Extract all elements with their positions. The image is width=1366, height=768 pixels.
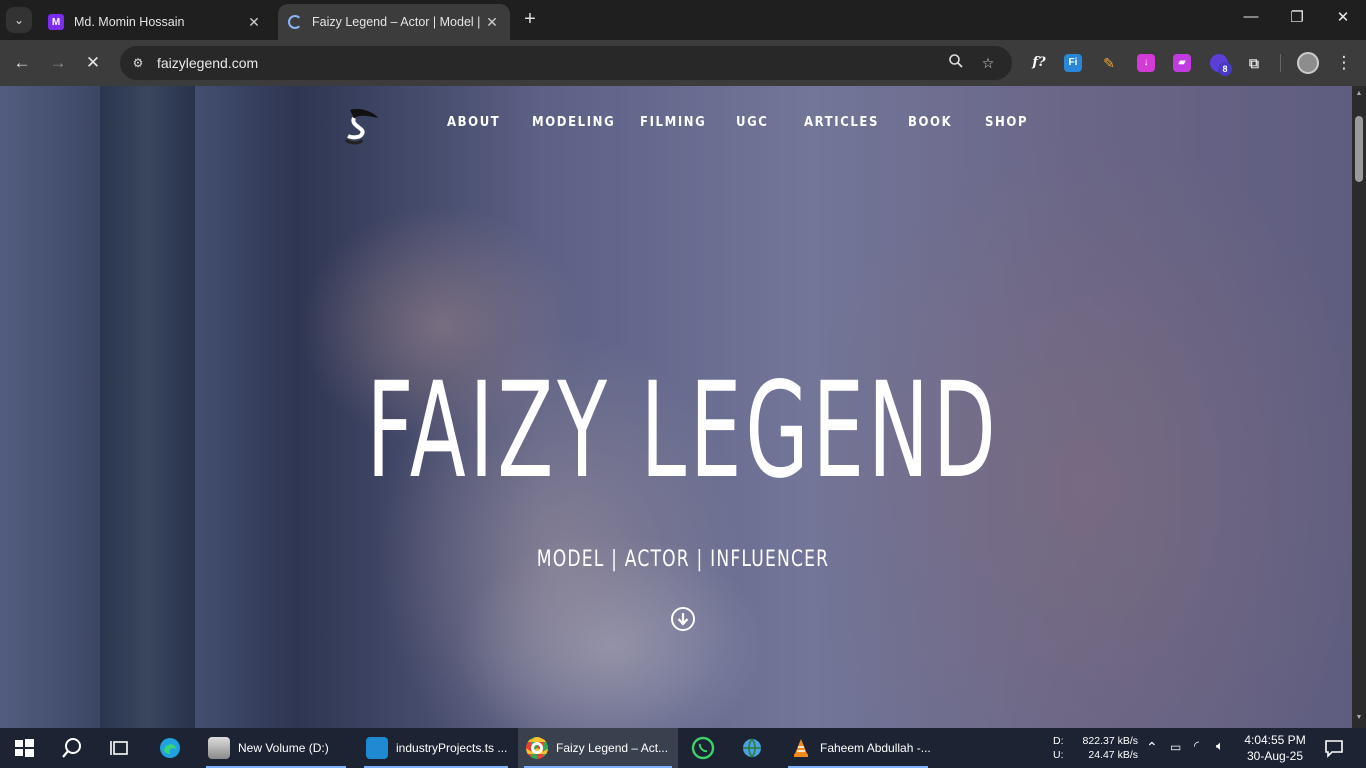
taskbar-app-label: Faizy Legend – Act... xyxy=(556,741,669,755)
minimize-button[interactable]: — xyxy=(1236,8,1266,25)
chrome-icon xyxy=(526,737,548,759)
taskbar-app-chrome[interactable]: Faizy Legend – Act... xyxy=(518,728,678,768)
net-up-speed: 24.47 kB/s xyxy=(1088,749,1138,761)
bookmark-star-icon[interactable]: ☆ xyxy=(978,53,998,73)
taskbar-app-label: New Volume (D:) xyxy=(238,741,329,755)
tab-title: Faizy Legend – Actor | Model | I xyxy=(312,15,484,29)
profile-avatar[interactable] xyxy=(1297,52,1319,74)
extension-chat-icon[interactable]: ▰ xyxy=(1173,54,1191,72)
vscode-icon xyxy=(366,737,388,759)
new-tab-button[interactable]: + xyxy=(518,8,542,32)
nav-filming[interactable]: FILMING xyxy=(640,115,706,130)
battery-icon[interactable]: ▭ xyxy=(1170,740,1181,754)
stop-loading-button[interactable]: ✕ xyxy=(80,50,106,76)
page-viewport: ABOUT MODELING FILMING UGC ARTICLES BOOK… xyxy=(0,86,1352,728)
net-down-speed: 822.37 kB/s xyxy=(1082,735,1138,747)
drive-icon xyxy=(208,737,230,759)
arrow-right-icon: → xyxy=(49,53,67,72)
tab-faizy-legend[interactable]: Faizy Legend – Actor | Model | I ✕ xyxy=(278,4,510,40)
clock-time: 4:04:55 PM xyxy=(1244,733,1306,747)
close-icon[interactable]: ✕ xyxy=(246,14,262,31)
browser-toolbar: ← → ✕ ⚙ faizylegend.com ☆ f? Fi ✎ ↓ ▰ 8 … xyxy=(0,40,1366,86)
chevron-down-icon: ⌄ xyxy=(13,13,25,27)
nav-about[interactable]: ABOUT xyxy=(447,115,500,130)
restore-button[interactable]: ❐ xyxy=(1282,8,1312,26)
scroll-up-arrow-icon[interactable]: ▲ xyxy=(1355,90,1363,97)
extension-badge-count: 8 xyxy=(1218,62,1232,76)
tab-momin-hossain[interactable]: M Md. Momin Hossain ✕ xyxy=(38,4,272,40)
arrow-left-icon: ← xyxy=(13,53,31,72)
tab-favicon-m: M xyxy=(48,14,64,30)
back-button[interactable]: ← xyxy=(9,50,35,76)
tab-strip: ⌄ M Md. Momin Hossain ✕ Faizy Legend – A… xyxy=(0,0,1366,40)
taskbar-app-explorer[interactable]: New Volume (D:) xyxy=(200,728,352,768)
tab-title: Md. Momin Hossain xyxy=(74,15,185,29)
taskbar-app-vscode[interactable]: industryProjects.ts ... xyxy=(358,728,514,768)
volume-icon[interactable]: 🔈︎ xyxy=(1216,738,1224,754)
nav-book[interactable]: BOOK xyxy=(908,115,952,130)
search-icon[interactable] xyxy=(60,736,84,760)
network-globe-icon[interactable] xyxy=(740,736,764,760)
edge-browser-icon[interactable] xyxy=(158,736,182,760)
taskbar-app-label: industryProjects.ts ... xyxy=(396,741,508,755)
nav-shop[interactable]: SHOP xyxy=(985,115,1028,130)
close-icon: ✕ xyxy=(85,53,101,72)
windows-start-icon[interactable] xyxy=(12,736,36,760)
clock-date: 30-Aug-25 xyxy=(1246,749,1304,763)
vlc-icon xyxy=(790,737,812,759)
wifi-icon[interactable]: ◜ xyxy=(1194,738,1199,754)
extension-badge-icon[interactable]: 8 xyxy=(1210,54,1232,76)
puzzle-extensions-icon[interactable]: ⧉ xyxy=(1245,54,1263,72)
scrollbar-thumb[interactable] xyxy=(1355,116,1363,182)
site-logo[interactable] xyxy=(340,104,382,148)
tray-chevron-up-icon[interactable]: ⌃ xyxy=(1146,739,1158,756)
site-info-icon[interactable]: ⚙ xyxy=(129,54,147,72)
hero-title: FAIZY LEGEND xyxy=(366,354,1000,508)
hero-subtitle: MODEL | ACTOR | INFLUENCER xyxy=(536,547,830,572)
extension-pen-icon[interactable]: ✎ xyxy=(1100,54,1118,72)
forward-button[interactable]: → xyxy=(45,50,71,76)
nav-modeling[interactable]: MODELING xyxy=(532,115,615,130)
taskbar-app-label: Faheem Abdullah -... xyxy=(820,741,931,755)
menu-kebab-icon[interactable]: ⋮ xyxy=(1331,50,1357,76)
task-view-icon[interactable] xyxy=(108,736,132,760)
address-bar[interactable]: ⚙ faizylegend.com ☆ xyxy=(120,46,1012,80)
nav-articles[interactable]: ARTICLES xyxy=(804,115,879,130)
whatsapp-icon[interactable] xyxy=(691,736,715,760)
windows-taskbar: New Volume (D:) industryProjects.ts ... … xyxy=(0,728,1366,768)
system-clock[interactable]: 4:04:55 PM 30-Aug-25 xyxy=(1238,732,1312,764)
notifications-icon[interactable] xyxy=(1322,736,1346,760)
extension-fi-icon[interactable]: Fi xyxy=(1064,54,1082,72)
extension-download-icon[interactable]: ↓ xyxy=(1137,54,1155,72)
tab-search-button[interactable]: ⌄ xyxy=(6,7,32,33)
scroll-down-small-icon[interactable]: ▼ xyxy=(1355,714,1363,721)
toolbar-divider xyxy=(1280,54,1281,72)
address-text[interactable]: faizylegend.com xyxy=(157,55,258,71)
taskbar-app-vlc[interactable]: Faheem Abdullah -... xyxy=(782,728,934,768)
page-scrollbar[interactable]: ▲ ▼ xyxy=(1352,86,1366,728)
nav-ugc[interactable]: UGC xyxy=(736,115,768,130)
close-icon[interactable]: ✕ xyxy=(484,14,500,31)
loading-spinner-icon xyxy=(288,15,302,29)
close-window-button[interactable]: ✕ xyxy=(1328,8,1358,26)
scroll-down-arrow-icon[interactable] xyxy=(670,606,696,632)
net-up-label: U: xyxy=(1053,749,1064,761)
zoom-icon[interactable] xyxy=(946,53,966,73)
net-down-label: D: xyxy=(1053,735,1064,747)
extension-fx-icon[interactable]: f? xyxy=(1030,54,1048,72)
